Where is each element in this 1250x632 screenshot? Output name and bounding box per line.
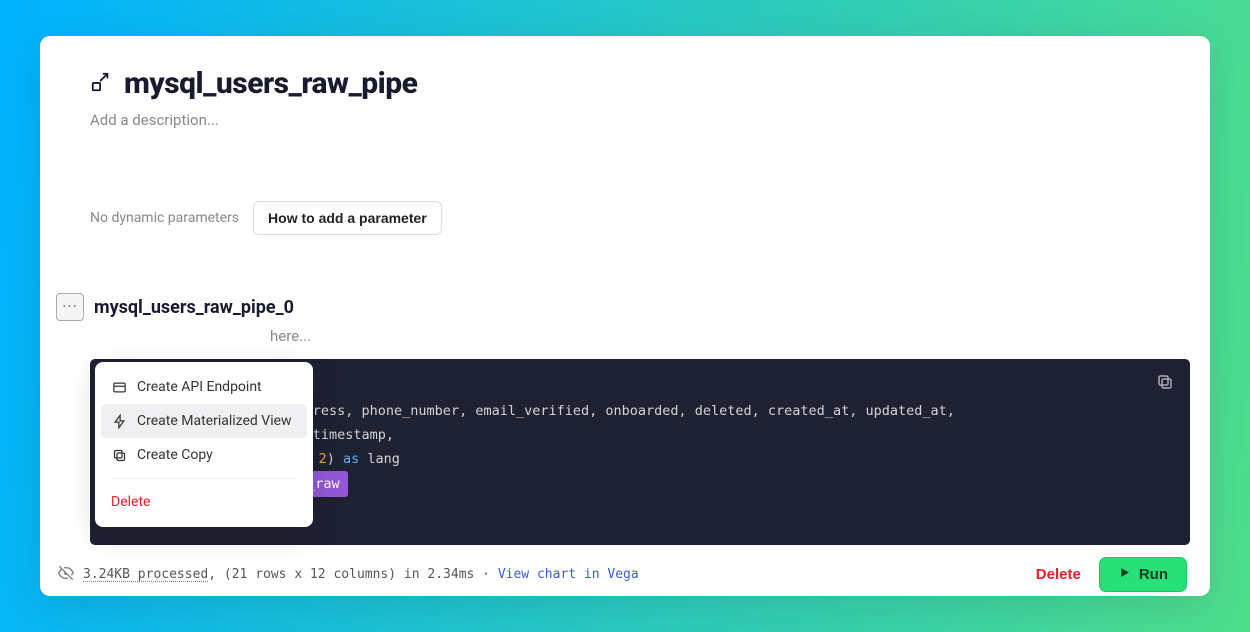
no-params-text: No dynamic parameters (90, 210, 239, 226)
api-icon (111, 379, 127, 395)
node-title[interactable]: mysql_users_raw_pipe_0 (94, 297, 294, 318)
menu-separator (111, 478, 297, 479)
menu-create-materialized-view[interactable]: Create Materialized View (101, 404, 307, 438)
page-title[interactable]: mysql_users_raw_pipe (124, 66, 417, 101)
menu-item-label: Create API Endpoint (137, 379, 262, 395)
run-label: Run (1139, 566, 1168, 583)
context-menu: Create API Endpoint Create Materialized … (95, 362, 313, 527)
lightning-icon (111, 413, 127, 429)
node-description-placeholder[interactable]: here... (270, 327, 1160, 345)
copy-code-button[interactable] (1156, 373, 1176, 393)
run-button[interactable]: Run (1099, 557, 1187, 592)
menu-delete[interactable]: Delete (101, 485, 307, 519)
separator: · (474, 567, 497, 582)
ellipsis-icon: ··· (62, 299, 78, 315)
node-header: ··· mysql_users_raw_pipe_0 (56, 293, 1160, 321)
menu-item-label: Create Copy (137, 447, 213, 463)
eye-off-icon[interactable] (57, 564, 75, 586)
play-icon (1118, 566, 1131, 583)
paren: ) (327, 451, 335, 467)
view-chart-link[interactable]: View chart in Vega (498, 567, 639, 582)
footer-actions: Delete Run (1036, 557, 1187, 592)
delete-button[interactable]: Delete (1036, 566, 1081, 583)
menu-item-label: Delete (111, 494, 150, 510)
how-to-add-parameter-button[interactable]: How to add a parameter (253, 201, 442, 235)
description-placeholder[interactable]: Add a description... (90, 111, 1160, 129)
menu-create-api-endpoint[interactable]: Create API Endpoint (101, 370, 307, 404)
main-card: mysql_users_raw_pipe Add a description..… (40, 36, 1210, 596)
more-icon[interactable]: ··· (56, 293, 84, 321)
row-stats: , (21 rows x 12 columns) in 2.34ms (208, 567, 474, 582)
processed-size[interactable]: 3.24KB processed (83, 567, 208, 582)
params-row: No dynamic parameters How to add a param… (90, 201, 1160, 235)
menu-item-label: Create Materialized View (137, 413, 292, 429)
title-row: mysql_users_raw_pipe (90, 66, 1160, 101)
menu-create-copy[interactable]: Create Copy (101, 438, 307, 472)
query-stats: 3.24KB processed, (21 rows x 12 columns)… (57, 564, 639, 586)
copy-icon (111, 447, 127, 463)
sql-keyword: as (335, 451, 368, 467)
code-text: lang (367, 451, 400, 467)
pipe-icon (90, 71, 112, 97)
footer: 3.24KB processed, (21 rows x 12 columns)… (57, 557, 1187, 592)
sql-number: 2 (319, 451, 327, 467)
